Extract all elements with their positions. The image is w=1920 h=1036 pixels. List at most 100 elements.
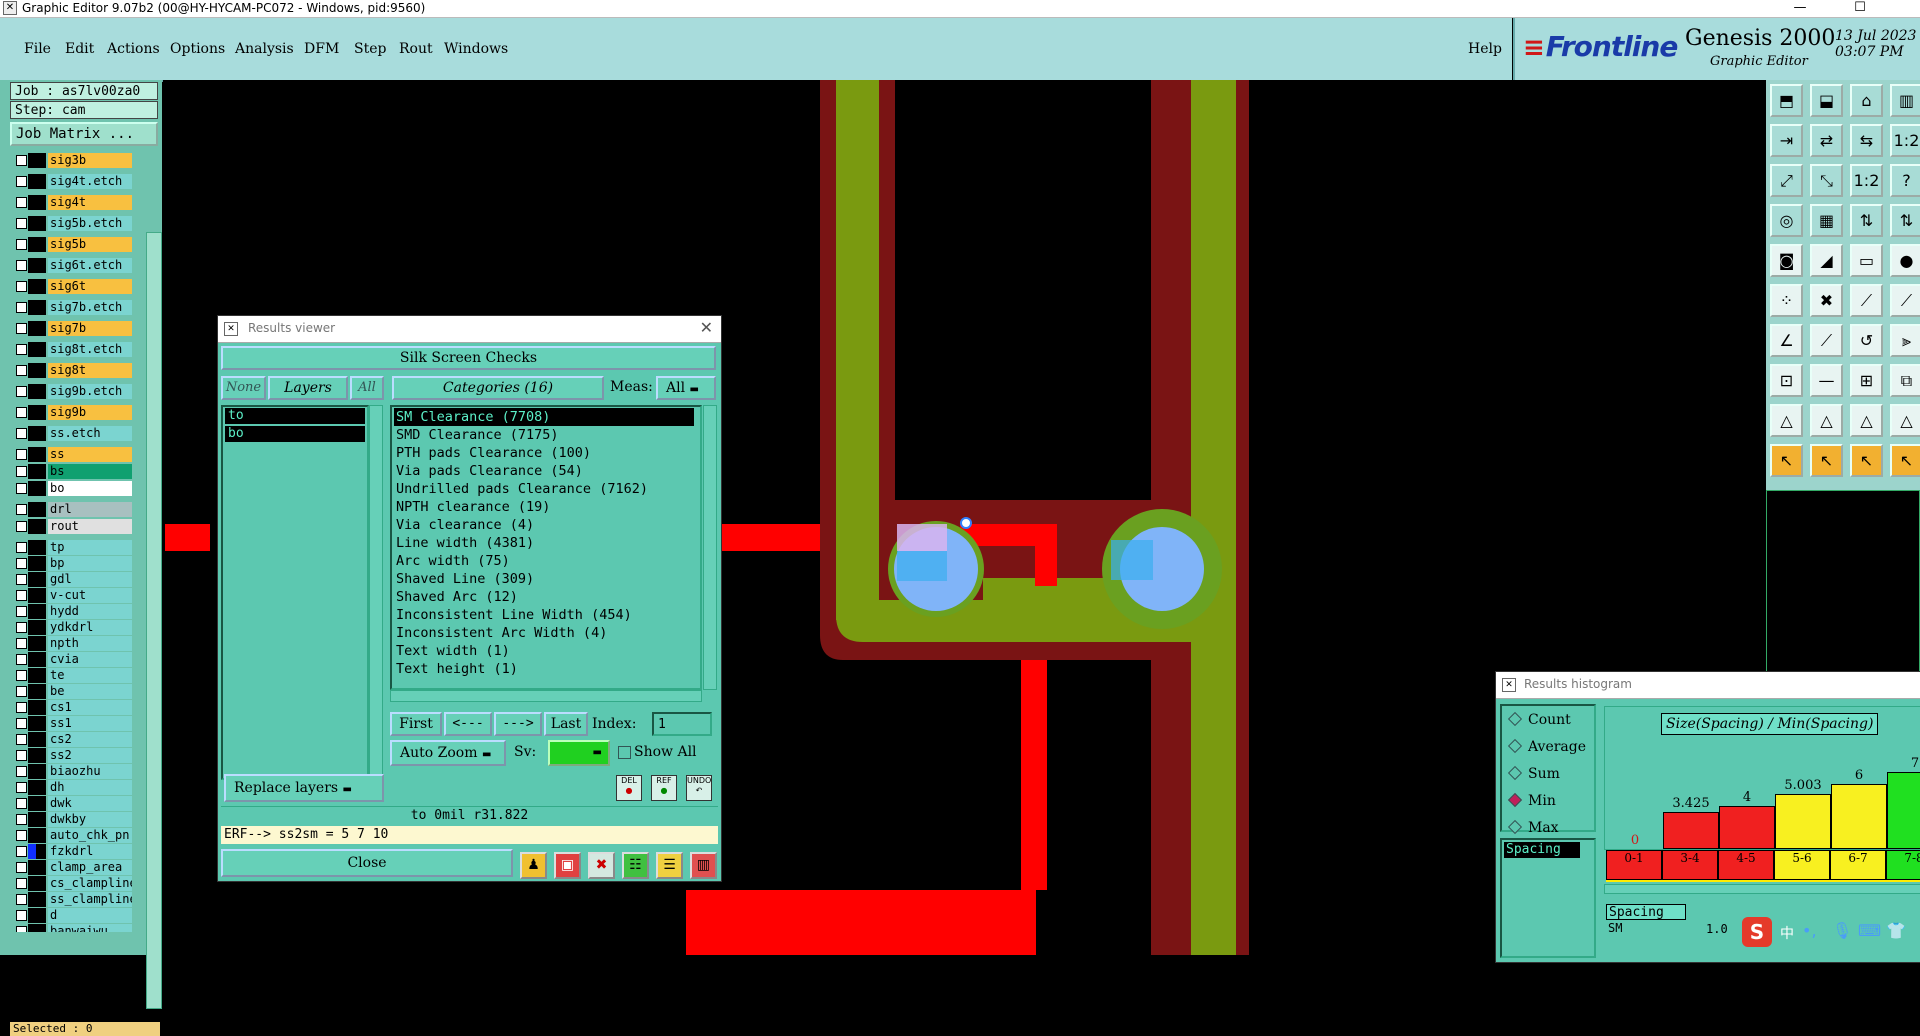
layer-checkbox[interactable] <box>16 323 27 334</box>
layer-row[interactable]: sig9b.etch <box>12 383 132 400</box>
mode-radio-count[interactable]: Count <box>1507 711 1571 728</box>
measure-item-spacing[interactable]: Spacing <box>1504 842 1580 858</box>
layer-row[interactable]: ss2 <box>12 747 132 764</box>
tool-view-r7-icon[interactable]: ⊡ <box>1770 364 1803 397</box>
layer-row[interactable]: sig5b <box>12 236 132 253</box>
tool-pan-r5-icon[interactable]: ⟋ <box>1850 284 1883 317</box>
meas-select[interactable]: All ▬ <box>656 376 716 400</box>
tool-grid-r7-icon[interactable]: ⧉ <box>1890 364 1920 397</box>
layer-list-scrollbar[interactable] <box>146 232 162 1009</box>
replace-layers-select[interactable]: Replace layers ▬ <box>224 774 384 802</box>
histogram-bar[interactable] <box>1719 806 1775 849</box>
layer-checkbox[interactable] <box>16 670 27 681</box>
histogram-titlebar[interactable]: ✕ Results histogram <box>1496 672 1920 699</box>
layer-row[interactable]: d <box>12 907 132 924</box>
tool-pan-r8-icon[interactable]: △ <box>1850 404 1883 437</box>
tool-pan-r7-icon[interactable]: ⊞ <box>1850 364 1883 397</box>
layer-name[interactable]: te <box>48 668 132 683</box>
tool-grid-r4-icon[interactable]: ● <box>1890 244 1920 277</box>
layer-checkbox[interactable] <box>16 846 27 857</box>
layer-name[interactable]: sig7b.etch <box>48 300 132 315</box>
layer-row[interactable]: sig7b <box>12 320 132 337</box>
layer-checkbox[interactable] <box>16 622 27 633</box>
layer-checkbox[interactable] <box>16 638 27 649</box>
layer-name[interactable]: cvia <box>48 652 132 667</box>
ime-mode-icon[interactable]: 中 <box>1780 923 1794 943</box>
category-item[interactable]: Via clearance (4) <box>394 516 694 534</box>
tool-pan-r6-icon[interactable]: ↺ <box>1850 324 1883 357</box>
mode-radio-min[interactable]: Min <box>1507 792 1556 809</box>
layer-checkbox[interactable] <box>16 590 27 601</box>
layer-checkbox[interactable] <box>16 718 27 729</box>
layer-row[interactable]: cs_clampline <box>12 875 132 892</box>
layer-row[interactable]: ss.etch <box>12 425 132 442</box>
layer-name[interactable]: cs1 <box>48 700 132 715</box>
layer-row[interactable]: ss_clampline <box>12 891 132 908</box>
category-item[interactable]: Inconsistent Line Width (454) <box>394 606 694 624</box>
none-button[interactable]: None <box>221 376 266 400</box>
layer-name[interactable]: ss <box>48 447 132 462</box>
category-item[interactable]: Via pads Clearance (54) <box>394 462 694 480</box>
layer-name[interactable]: ydkdrl <box>48 620 132 635</box>
layer-checkbox[interactable] <box>16 466 27 477</box>
histogram-range-label[interactable]: 5-6 <box>1774 850 1830 880</box>
layer-checkbox[interactable] <box>16 606 27 617</box>
layer-checkbox[interactable] <box>16 365 27 376</box>
category-list-scrollbar[interactable] <box>703 405 717 690</box>
layer-checkbox[interactable] <box>16 428 27 439</box>
layer-checkbox[interactable] <box>16 239 27 250</box>
layer-name[interactable]: sig7b <box>48 321 132 336</box>
layer-checkbox[interactable] <box>16 386 27 397</box>
categories-button[interactable]: Categories (16) <box>392 376 604 400</box>
layer-name[interactable]: banwaiwu <box>48 924 132 932</box>
layer-checkbox[interactable] <box>16 197 27 208</box>
histogram-bar[interactable] <box>1887 772 1920 849</box>
layer-checkbox[interactable] <box>16 483 27 494</box>
last-button[interactable]: Last <box>544 712 588 736</box>
layer-row[interactable]: sig9b <box>12 404 132 421</box>
layer-row[interactable]: sig6t.etch <box>12 257 132 274</box>
histogram-bar[interactable] <box>1775 794 1831 849</box>
layer-row[interactable]: ss <box>12 446 132 463</box>
histogram-icon[interactable]: ▥ <box>690 852 717 879</box>
layer-row[interactable]: sig6t <box>12 278 132 295</box>
tool-grid-r5-icon[interactable]: ⟋ <box>1890 284 1920 317</box>
layer-row[interactable]: te <box>12 667 132 684</box>
layer-checkbox[interactable] <box>16 910 27 921</box>
ime-logo-icon[interactable]: S <box>1742 917 1772 947</box>
layer-name[interactable]: sig6t.etch <box>48 258 132 273</box>
auto-zoom-select[interactable]: Auto Zoom ▬ <box>390 740 506 766</box>
tool-pan-r1-icon[interactable]: ⇆ <box>1850 124 1883 157</box>
menu-windows[interactable]: Windows <box>444 41 508 57</box>
tool-view-r2-icon[interactable]: ⤢ <box>1770 164 1803 197</box>
category-hscrollbar[interactable] <box>390 690 702 702</box>
tool-zoom-r0-icon[interactable]: ⬓ <box>1810 84 1843 117</box>
layer-name[interactable]: sig5b.etch <box>48 216 132 231</box>
layer-name[interactable]: sig8t <box>48 363 132 378</box>
tool-pan-r9-icon[interactable]: ↖ <box>1850 444 1883 477</box>
layer-row[interactable]: bo <box>12 480 132 497</box>
tool-zoom-r8-icon[interactable]: △ <box>1810 404 1843 437</box>
layer-name[interactable]: sig8t.etch <box>48 342 132 357</box>
layer-name[interactable]: ss1 <box>48 716 132 731</box>
category-item[interactable]: PTH pads Clearance (100) <box>394 444 694 462</box>
layer-checkbox[interactable] <box>16 830 27 841</box>
prev-button[interactable]: <--- <box>444 712 492 736</box>
notes-icon[interactable]: ☰ <box>656 852 683 879</box>
mode-radio-sum[interactable]: Sum <box>1507 765 1560 782</box>
tool-grid-r1-icon[interactable]: 1:2 <box>1890 124 1920 157</box>
layer-name[interactable]: hydd <box>48 604 132 619</box>
maximize-button[interactable]: ☐ <box>1840 0 1880 17</box>
tool-view-r6-icon[interactable]: ∠ <box>1770 324 1803 357</box>
layer-name[interactable]: fzkdrl <box>48 844 132 859</box>
layer-name[interactable]: cs2 <box>48 732 132 747</box>
layer-checkbox[interactable] <box>16 558 27 569</box>
layer-name[interactable]: bs <box>48 464 132 479</box>
menu-dfm[interactable]: DFM <box>304 41 339 57</box>
layer-name[interactable]: sig9b <box>48 405 132 420</box>
tool-zoom-r3-icon[interactable]: ▦ <box>1810 204 1843 237</box>
layer-name[interactable]: auto_chk_pn <box>48 828 132 843</box>
category-item[interactable]: Line width (4381) <box>394 534 694 552</box>
layer-checkbox[interactable] <box>16 155 27 166</box>
severity-color-select[interactable]: ▬ <box>548 740 610 766</box>
